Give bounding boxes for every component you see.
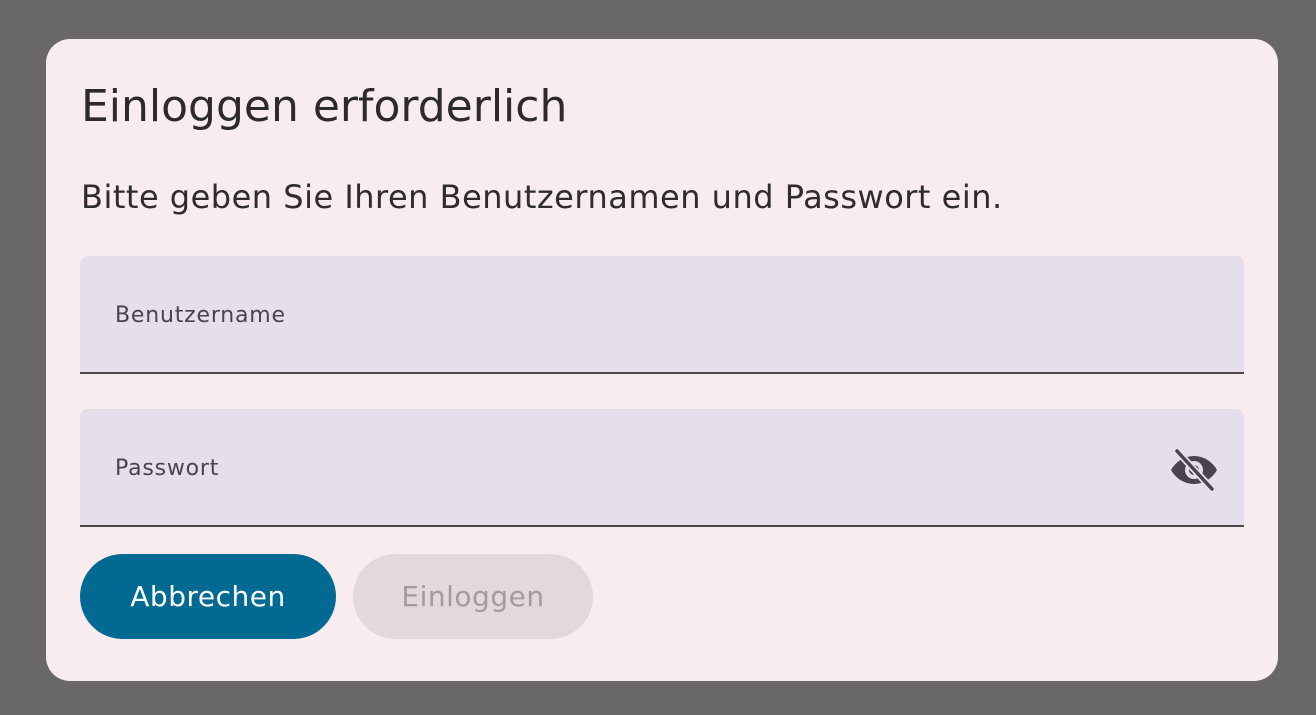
dialog-message: Bitte geben Sie Ihren Benutzernamen und … (81, 178, 1003, 216)
login-button[interactable]: Einloggen (353, 554, 593, 639)
username-field[interactable]: Benutzername (80, 256, 1248, 374)
username-input[interactable] (80, 256, 1248, 374)
visibility-off-icon[interactable] (1170, 447, 1218, 493)
password-input[interactable] (80, 409, 1248, 527)
cancel-button[interactable]: Abbrechen (80, 554, 336, 639)
dialog-title: Einloggen erforderlich (81, 81, 568, 132)
password-field[interactable]: Passwort (80, 409, 1248, 527)
login-dialog: Einloggen erforderlich Bitte geben Sie I… (46, 39, 1278, 681)
